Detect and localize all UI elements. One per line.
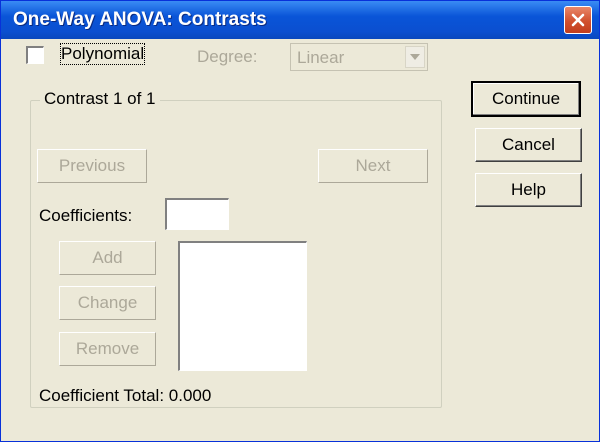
degree-value: Linear [297, 48, 345, 67]
title-bar[interactable]: One-Way ANOVA: Contrasts [1, 1, 599, 39]
coefficient-total-label: Coefficient Total: 0.000 [39, 386, 211, 406]
cancel-button[interactable]: Cancel [475, 128, 582, 162]
help-button-label: Help [511, 180, 546, 199]
coefficient-total-text: Coefficient Total: [39, 386, 165, 405]
change-button[interactable]: Change [59, 286, 156, 320]
degree-select[interactable]: Linear [290, 43, 428, 71]
next-button-label: Next [355, 156, 391, 175]
add-button-label: Add [92, 248, 123, 267]
continue-button[interactable]: Continue [471, 81, 581, 117]
next-button[interactable]: Next [318, 149, 428, 183]
coefficients-listbox[interactable] [178, 241, 307, 371]
window-title: One-Way ANOVA: Contrasts [13, 9, 267, 30]
chevron-down-icon[interactable] [405, 46, 425, 68]
continue-button-label: Continue [491, 89, 561, 108]
previous-button[interactable]: Previous [37, 149, 147, 183]
close-icon [571, 13, 585, 27]
dialog-window: One-Way ANOVA: Contrasts Polynomial Degr… [0, 0, 600, 442]
change-button-label: Change [77, 293, 138, 312]
close-button[interactable] [564, 6, 592, 34]
remove-button-label: Remove [75, 339, 140, 358]
polynomial-checkbox[interactable] [26, 46, 44, 64]
coefficient-total-value: 0.000 [168, 386, 212, 405]
cancel-button-label: Cancel [502, 135, 555, 154]
degree-label: Degree: [197, 47, 258, 66]
polynomial-label[interactable]: Polynomial [59, 43, 146, 65]
help-button[interactable]: Help [475, 173, 582, 207]
previous-button-label: Previous [58, 156, 126, 175]
coefficients-label: Coefficients: [39, 206, 133, 225]
remove-button[interactable]: Remove [59, 332, 156, 366]
coefficients-input[interactable] [165, 198, 229, 230]
add-button[interactable]: Add [59, 241, 156, 275]
contrast-group-label: Contrast 1 of 1 [40, 89, 160, 109]
